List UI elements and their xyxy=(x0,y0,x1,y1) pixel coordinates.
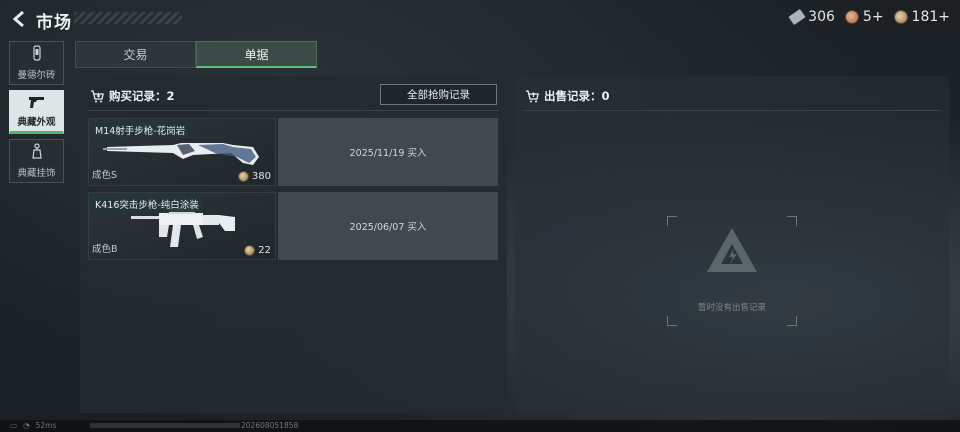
purchase-date: 2025/11/19 买入 xyxy=(278,118,498,186)
network-status: ▭ ◔ 52ms xyxy=(10,421,56,430)
all-rush-records-button[interactable]: 全部抢购记录 xyxy=(380,84,497,105)
tab-trade[interactable]: 交易 xyxy=(75,41,196,68)
item-price: 380 xyxy=(237,171,271,182)
item-thumbnail: K416突击步枪-纯白涂装 成色B 22 xyxy=(88,192,276,260)
purchase-record[interactable]: K416突击步枪-纯白涂装 成色B 22 2025/06/07 买入 xyxy=(88,192,498,260)
currency-gold[interactable]: 181+ xyxy=(893,9,950,25)
item-price-value: 380 xyxy=(251,171,271,182)
item-name: K416突击步枪-纯白涂装 xyxy=(92,196,202,212)
sales-count: 出售记录：0 xyxy=(544,89,610,103)
sales-header: 出售记录：0 xyxy=(525,88,610,104)
sidebar-item-label: 典藏挂饰 xyxy=(17,168,56,179)
sidebar-item-collection-skins[interactable]: 典藏外观 xyxy=(9,90,64,134)
tab-bar: 交易 单据 xyxy=(75,41,317,68)
empty-message: 暂时没有出售记录 xyxy=(697,303,766,313)
purchase-panel: 购买记录：2 全部抢购记录 M14射手步枪-花岗岩 成色S 380 2025/1… xyxy=(80,76,507,413)
purchase-count: 购买记录：2 xyxy=(109,89,175,103)
item-price: 22 xyxy=(244,245,271,256)
build-number: 202608051858 xyxy=(241,421,299,430)
medal-coin-icon xyxy=(844,10,859,24)
purchase-date: 2025/06/07 买入 xyxy=(278,192,498,260)
sidebar-item-collection-charms[interactable]: 典藏挂饰 xyxy=(9,139,64,183)
back-button[interactable] xyxy=(10,9,28,29)
divider xyxy=(523,110,941,111)
status-progress xyxy=(90,423,240,428)
brick-icon xyxy=(32,45,41,61)
item-thumbnail: M14射手步枪-花岗岩 成色S 380 xyxy=(88,118,276,186)
wifi-icon: ◔ xyxy=(23,421,30,430)
sidebar: 曼德尔砖 典藏外观 典藏挂饰 xyxy=(9,41,64,188)
gold-coin-icon xyxy=(237,171,249,182)
sidebar-item-label: 曼德尔砖 xyxy=(17,70,56,81)
currency-ticket[interactable]: 306 xyxy=(788,8,835,26)
pistol-icon xyxy=(28,97,44,108)
rifle-k416-icon xyxy=(131,209,235,247)
currency-bar: 306 5+ 181+ xyxy=(788,8,950,26)
currency-gold-value: 181+ xyxy=(911,9,950,25)
rifle-m14-icon xyxy=(103,143,259,165)
empty-logo-icon xyxy=(707,228,757,272)
battery-icon: ▭ xyxy=(10,421,18,430)
tab-orders[interactable]: 单据 xyxy=(196,41,317,68)
currency-medal[interactable]: 5+ xyxy=(844,9,884,25)
item-grade: 成色B xyxy=(92,244,118,255)
gold-coin-icon xyxy=(893,10,908,24)
gold-coin-icon xyxy=(244,245,256,256)
purchase-record[interactable]: M14射手步枪-花岗岩 成色S 380 2025/11/19 买入 xyxy=(88,118,498,186)
status-bar: ▭ ◔ 52ms 202608051858 xyxy=(0,420,960,432)
item-name: M14射手步枪-花岗岩 xyxy=(92,122,189,138)
sidebar-item-label: 典藏外观 xyxy=(17,117,56,128)
page-title: 市场 xyxy=(36,13,72,33)
sidebar-item-mandel-brick[interactable]: 曼德尔砖 xyxy=(9,41,64,85)
ping-value: 52ms xyxy=(35,421,57,430)
back-arrow-icon xyxy=(12,10,24,28)
item-price-value: 22 xyxy=(258,245,271,256)
ticket-icon xyxy=(788,8,806,26)
cart-icon xyxy=(91,89,104,102)
top-bar: 市场 306 5+ 181+ xyxy=(0,0,960,38)
currency-medal-value: 5+ xyxy=(862,9,884,25)
purchase-header: 购买记录：2 xyxy=(90,88,175,104)
cart-icon xyxy=(526,89,539,102)
item-grade: 成色S xyxy=(92,170,118,181)
empty-state: 暂时没有出售记录 xyxy=(667,216,797,326)
charm-icon xyxy=(31,143,42,159)
divider xyxy=(88,110,499,111)
currency-ticket-value: 306 xyxy=(808,9,835,25)
sales-panel: 出售记录：0 暂时没有出售记录 xyxy=(515,76,949,413)
title-decoration xyxy=(74,12,182,24)
